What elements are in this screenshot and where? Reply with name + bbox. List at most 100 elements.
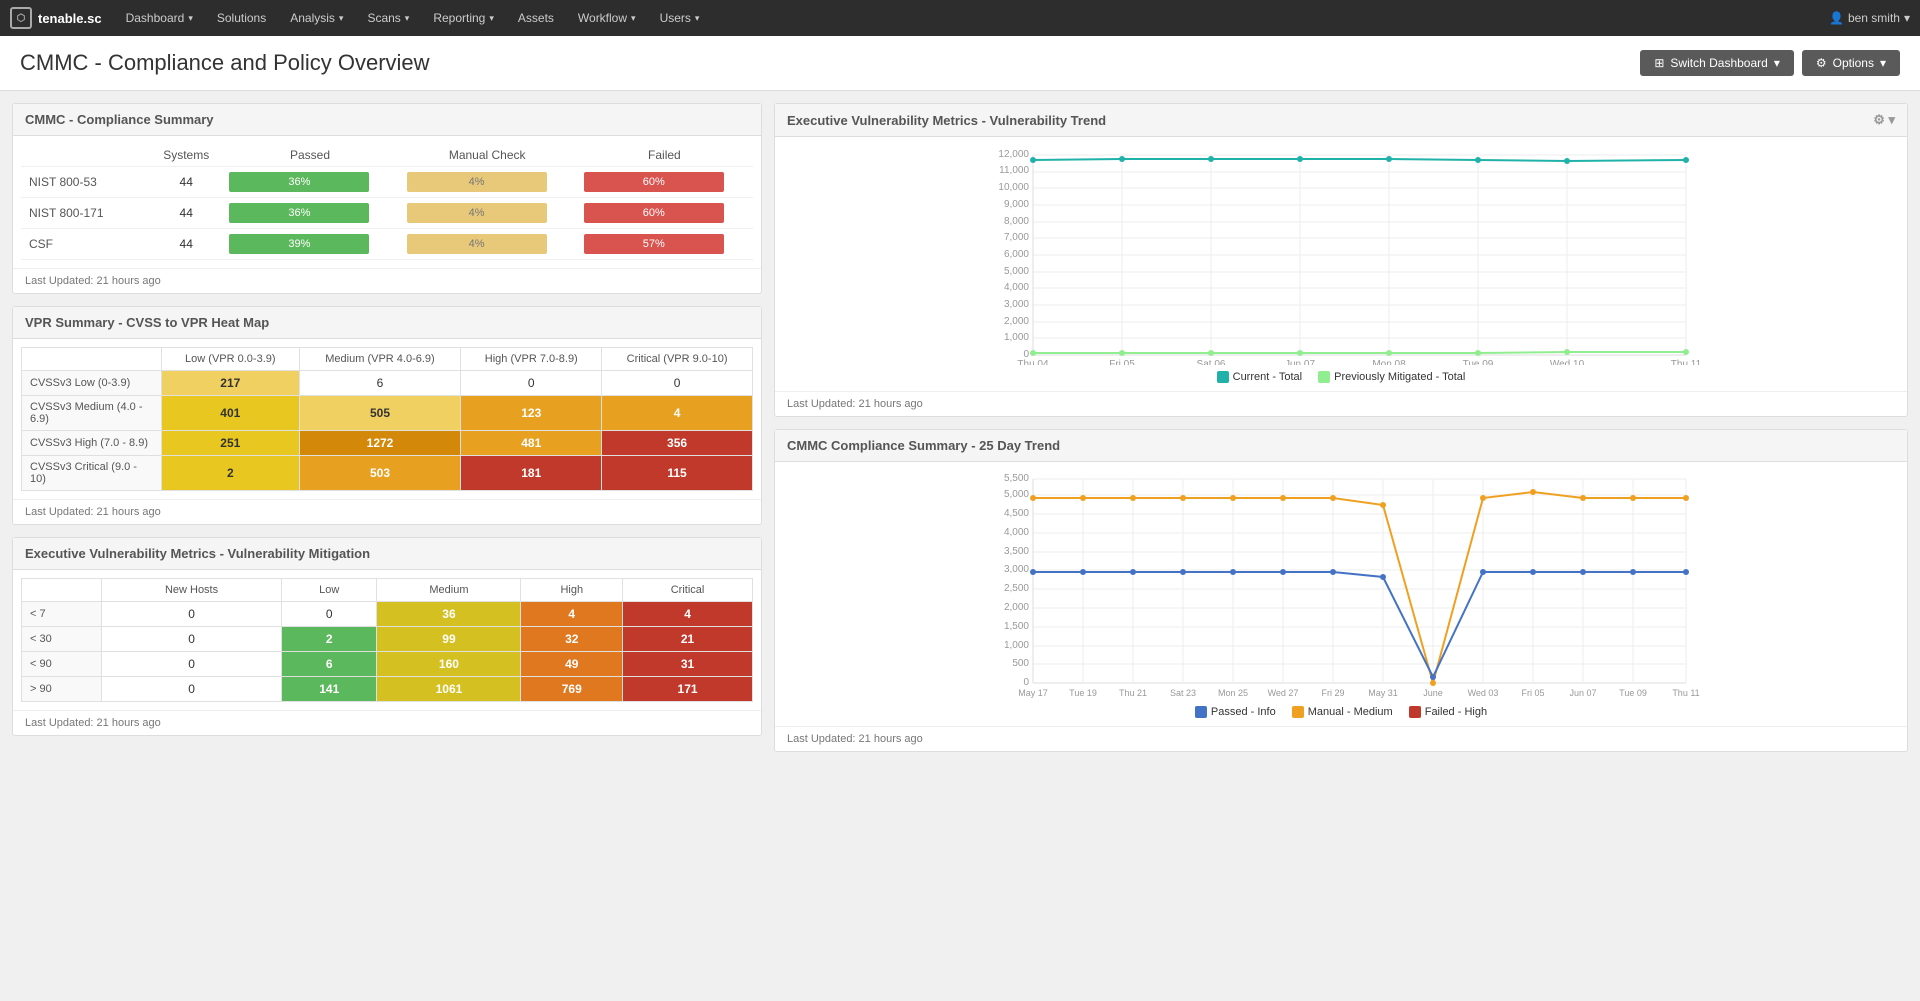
- svg-text:Mon 25: Mon 25: [1218, 688, 1248, 698]
- switch-dashboard-button[interactable]: ⊞ Switch Dashboard ▾: [1640, 50, 1793, 76]
- table-row: > 90 0 141 1061 769 171: [22, 677, 753, 702]
- row-high: 123: [461, 396, 602, 431]
- brand[interactable]: ⬡ tenable.sc: [10, 7, 102, 29]
- row-new-hosts: 0: [102, 677, 282, 702]
- col-medium: Medium (VPR 4.0-6.9): [299, 348, 461, 371]
- nav-reporting[interactable]: Reporting ▾: [423, 0, 504, 36]
- svg-text:2,500: 2,500: [1004, 583, 1029, 594]
- row-failed: 60%: [576, 198, 753, 229]
- header-actions: ⊞ Switch Dashboard ▾ ⚙ Options ▾: [1640, 50, 1900, 76]
- row-high: 49: [521, 652, 623, 677]
- row-name: NIST 800-171: [21, 198, 151, 229]
- compliance-trend-panel: CMMC Compliance Summary - 25 Day Trend 0…: [774, 429, 1908, 752]
- vuln-trend-panel: Executive Vulnerability Metrics - Vulner…: [774, 103, 1908, 417]
- svg-text:4,500: 4,500: [1004, 508, 1029, 519]
- row-systems: 44: [151, 198, 221, 229]
- row-medium: 36: [377, 602, 521, 627]
- svg-text:Thu 21: Thu 21: [1119, 688, 1147, 698]
- row-name: > 90: [22, 677, 102, 702]
- row-passed: 36%: [221, 198, 398, 229]
- row-name: CVSSv3 High (7.0 - 8.9): [22, 431, 162, 456]
- vuln-trend-legend: Current - Total Previously Mitigated - T…: [787, 371, 1895, 383]
- vuln-mitigation-header: Executive Vulnerability Metrics - Vulner…: [13, 538, 761, 570]
- row-high: 181: [461, 456, 602, 491]
- col-systems: Systems: [151, 144, 221, 167]
- col-critical: Critical: [623, 579, 753, 602]
- brand-name: tenable.sc: [38, 11, 102, 26]
- row-critical: 31: [623, 652, 753, 677]
- nav-assets[interactable]: Assets: [508, 0, 564, 36]
- page-title: CMMC - Compliance and Policy Overview: [20, 50, 430, 76]
- row-low: 2: [282, 627, 377, 652]
- svg-text:Wed 27: Wed 27: [1268, 688, 1299, 698]
- legend-passed: Passed - Info: [1195, 706, 1276, 718]
- svg-text:Fri 05: Fri 05: [1109, 359, 1135, 365]
- gear-icon[interactable]: ⚙ ▾: [1873, 112, 1895, 128]
- svg-text:2,000: 2,000: [1004, 316, 1029, 327]
- svg-text:Jun 07: Jun 07: [1569, 688, 1596, 698]
- row-low: 141: [282, 677, 377, 702]
- chevron-down-icon: ▾: [339, 13, 344, 24]
- chevron-down-icon: ▾: [695, 13, 700, 24]
- compliance-trend-legend: Passed - Info Manual - Medium Failed - H…: [787, 706, 1895, 718]
- user-icon: 👤: [1829, 11, 1844, 25]
- svg-text:Mon 08: Mon 08: [1372, 359, 1406, 365]
- right-column: Executive Vulnerability Metrics - Vulner…: [774, 103, 1908, 752]
- chevron-down-icon: ▾: [1904, 11, 1910, 25]
- user-menu[interactable]: 👤 ben smith ▾: [1829, 11, 1910, 25]
- options-button[interactable]: ⚙ Options ▾: [1802, 50, 1900, 76]
- table-row: < 90 0 6 160 49 31: [22, 652, 753, 677]
- legend-dot-prev: [1318, 371, 1330, 383]
- page-header: CMMC - Compliance and Policy Overview ⊞ …: [0, 36, 1920, 91]
- svg-text:Fri 05: Fri 05: [1521, 688, 1544, 698]
- vuln-trend-header: Executive Vulnerability Metrics - Vulner…: [775, 104, 1907, 137]
- legend-dot-passed: [1195, 706, 1207, 718]
- row-name: CVSSv3 Critical (9.0 - 10): [22, 456, 162, 491]
- legend-manual: Manual - Medium: [1292, 706, 1393, 718]
- svg-text:10,000: 10,000: [998, 182, 1029, 193]
- nav-scans[interactable]: Scans ▾: [357, 0, 419, 36]
- svg-text:3,500: 3,500: [1004, 546, 1029, 557]
- legend-prev: Previously Mitigated - Total: [1318, 371, 1465, 383]
- table-row: < 7 0 0 36 4 4: [22, 602, 753, 627]
- vuln-mitigation-panel: Executive Vulnerability Metrics - Vulner…: [12, 537, 762, 736]
- svg-text:500: 500: [1012, 658, 1029, 669]
- nav-analysis[interactable]: Analysis ▾: [280, 0, 353, 36]
- col-passed: Passed: [221, 144, 398, 167]
- main-content: CMMC - Compliance Summary Systems Passed…: [0, 91, 1920, 764]
- row-name: NIST 800-53: [21, 167, 151, 198]
- svg-text:Thu 11: Thu 11: [1672, 688, 1699, 698]
- svg-text:1,000: 1,000: [1004, 332, 1029, 343]
- navbar: ⬡ tenable.sc Dashboard ▾ Solutions Analy…: [0, 0, 1920, 36]
- vuln-trend-body: 0 1,000 2,000 3,000 4,000 5,000 6,000 7,…: [775, 137, 1907, 391]
- row-critical: 171: [623, 677, 753, 702]
- row-high: 4: [521, 602, 623, 627]
- row-low: 0: [282, 602, 377, 627]
- table-row: CVSSv3 Low (0-3.9) 217 6 0 0: [22, 371, 753, 396]
- table-row: CSF 44 39% 4% 57%: [21, 229, 753, 260]
- row-new-hosts: 0: [102, 602, 282, 627]
- nav-workflow[interactable]: Workflow ▾: [568, 0, 646, 36]
- svg-text:Sat 06: Sat 06: [1197, 359, 1226, 365]
- gear-icon: ⚙: [1816, 56, 1827, 70]
- legend-dot-current: [1217, 371, 1229, 383]
- row-low: 401: [162, 396, 300, 431]
- nav-solutions[interactable]: Solutions: [207, 0, 276, 36]
- nav-dashboard[interactable]: Dashboard ▾: [116, 0, 203, 36]
- svg-text:4,000: 4,000: [1004, 527, 1029, 538]
- nav-users[interactable]: Users ▾: [650, 0, 710, 36]
- row-low: 6: [282, 652, 377, 677]
- row-passed: 39%: [221, 229, 398, 260]
- svg-text:0: 0: [1023, 677, 1029, 688]
- row-manual: 4%: [399, 167, 576, 198]
- chevron-down-icon: ▾: [405, 13, 410, 24]
- vuln-trend-footer: Last Updated: 21 hours ago: [775, 391, 1907, 416]
- col-medium: Medium: [377, 579, 521, 602]
- row-low: 217: [162, 371, 300, 396]
- svg-text:Jun 07: Jun 07: [1285, 359, 1315, 365]
- svg-text:11,000: 11,000: [999, 165, 1029, 176]
- row-name: < 90: [22, 652, 102, 677]
- svg-text:3,000: 3,000: [1004, 299, 1029, 310]
- chevron-down-icon: ▾: [1880, 56, 1886, 70]
- svg-text:9,000: 9,000: [1004, 199, 1029, 210]
